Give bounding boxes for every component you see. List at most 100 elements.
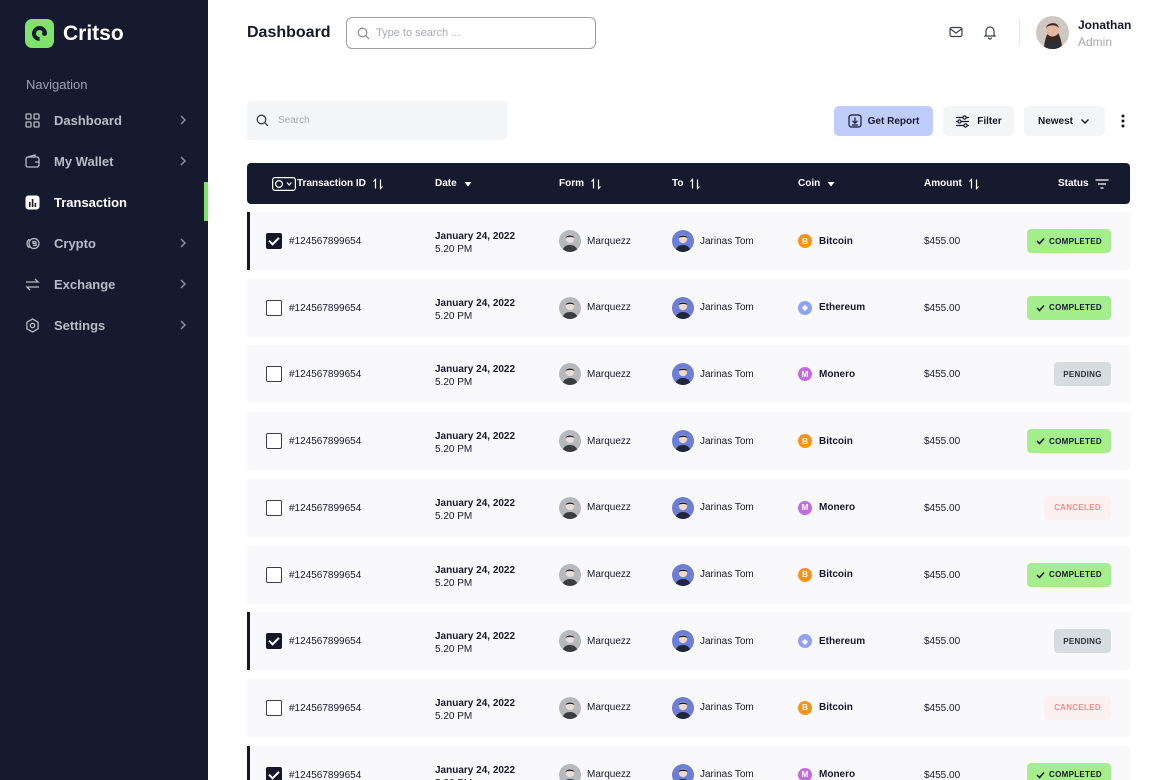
exchange-icon [25,277,40,292]
column-label: Coin [798,178,821,189]
column-amount[interactable]: Amount [924,163,980,204]
avatar [672,363,694,386]
column-label: Form [559,178,584,189]
column-coin[interactable]: Coin [798,163,836,204]
header-divider [1019,20,1020,46]
from-user[interactable]: Marquezz [559,763,631,780]
global-search-input[interactable] [376,27,576,39]
filter-label: Filter [977,115,1002,127]
table-row[interactable]: #124567899654January 24, 20225.20 PMMarq… [247,345,1130,404]
table-row[interactable]: #124567899654January 24, 20225.20 PMMarq… [247,745,1130,780]
sidebar-item-settings[interactable]: Settings [0,305,208,346]
status-badge: PENDING [1054,629,1111,654]
bell-icon[interactable] [982,24,998,40]
transaction-date: January 24, 20225.20 PM [435,297,515,323]
mail-icon[interactable] [948,24,964,40]
transaction-date: January 24, 20225.20 PM [435,764,515,780]
row-checkbox[interactable] [266,499,282,516]
to-name: Jarinas Tom [700,769,754,780]
row-checkbox[interactable] [266,566,282,583]
sort-icon [591,177,601,190]
table-row[interactable]: #124567899654January 24, 20225.20 PMMarq… [247,278,1130,337]
from-user[interactable]: Marquezz [559,630,631,653]
coin-cell: B Bitcoin [798,567,853,582]
user-avatar[interactable] [1036,16,1069,49]
time-value: 5.20 PM [435,310,473,322]
ethereum-icon: ◆ [798,300,812,315]
from-user[interactable]: Marquezz [559,296,631,319]
date-value: January 24, 2022 [435,431,516,443]
from-user[interactable]: Marquezz [559,430,631,453]
column-from[interactable]: Form [559,163,602,204]
monero-icon: M [798,367,812,382]
from-user[interactable]: Marquezz [559,363,631,386]
select-all-icon [272,176,296,191]
row-checkbox[interactable] [266,366,282,383]
from-user[interactable]: Marquezz [559,230,631,252]
transaction-id: #124567899654 [289,236,362,247]
row-checkbox[interactable] [266,433,282,450]
status-badge: COMPLETED [1027,295,1111,320]
transaction-date: January 24, 20225.20 PM [435,630,515,656]
transaction-date: January 24, 20225.20 PM [435,430,515,456]
get-report-button[interactable]: Get Report [834,106,933,136]
status-label: CANCELED [1054,503,1101,513]
to-name: Jarinas Tom [700,635,754,647]
brand[interactable]: Critso [25,19,124,48]
column-date[interactable]: Date [435,163,473,204]
to-user[interactable]: Jarinas Tom [672,696,754,719]
to-user[interactable]: Jarinas Tom [672,296,754,319]
sidebar-item-dashboard[interactable]: Dashboard [0,100,208,141]
status-label: PENDING [1063,369,1102,379]
global-search[interactable] [346,17,596,49]
table-row[interactable]: #124567899654January 24, 20225.20 PMMarq… [247,612,1130,671]
sidebar-item-label: Settings [54,318,106,333]
row-checkbox[interactable] [266,299,282,316]
from-name: Marquezz [587,702,631,714]
to-user[interactable]: Jarinas Tom [672,763,754,780]
time-value: 5.20 PM [435,444,473,456]
time-value: 5.20 PM [435,777,515,780]
from-user[interactable]: Marquezz [559,496,631,519]
sidebar-item-exchange[interactable]: Exchange [0,264,208,305]
table-row[interactable]: #124567899654January 24, 20225.20 PMMarq… [247,412,1130,471]
table-row[interactable]: #124567899654January 24, 20225.20 PMMarq… [247,678,1130,737]
time-value: 5.20 PM [435,577,473,589]
transaction-date: January 24, 20225.20 PM [435,363,515,389]
transaction-search[interactable] [247,101,507,140]
column-status[interactable]: Status [1058,163,1109,204]
table-row[interactable]: #124567899654January 24, 20225.20 PMMarq… [247,545,1130,604]
to-user[interactable]: Jarinas Tom [672,363,754,386]
sidebar-item-crypto[interactable]: Crypto [0,223,208,264]
chevron-right-icon [180,156,187,166]
table-row[interactable]: #124567899654January 24, 20225.20 PMMarq… [247,478,1130,537]
amount: $455.00 [924,436,961,448]
table-row[interactable]: #124567899654 January 24, 20225.20 PM Marq… [247,212,1130,270]
transaction-search-input[interactable] [278,115,498,126]
to-user[interactable]: Jarinas Tom [672,630,754,653]
filter-button[interactable]: Filter [943,106,1014,136]
from-user[interactable]: Marquezz [559,696,631,719]
column-transaction-id[interactable]: Transaction ID [297,163,384,204]
avatar [559,296,581,319]
chevron-right-icon [180,115,187,125]
to-user[interactable]: Jarinas Tom [672,496,754,519]
transaction-date: January 24, 20225.20 PM [435,230,515,256]
from-user[interactable]: Marquezz [559,563,631,586]
column-to[interactable]: To [672,163,701,204]
row-checkbox[interactable] [266,233,282,249]
to-user[interactable]: Jarinas Tom [672,563,754,586]
select-all-toggle[interactable] [266,163,296,204]
to-user[interactable]: Jarinas Tom [672,230,754,252]
more-options-button[interactable] [1116,113,1130,129]
sidebar-item-transaction[interactable]: Transaction [0,182,208,223]
sidebar-item-my-wallet[interactable]: My Wallet [0,141,208,182]
coin-cell: B Bitcoin [798,234,853,248]
sort-dropdown[interactable]: Newest [1024,106,1105,136]
row-checkbox[interactable] [266,766,282,780]
row-checkbox[interactable] [266,633,282,650]
check-icon [1036,438,1045,445]
ethereum-icon: ◆ [798,634,812,649]
row-checkbox[interactable] [266,699,282,716]
to-user[interactable]: Jarinas Tom [672,430,754,453]
